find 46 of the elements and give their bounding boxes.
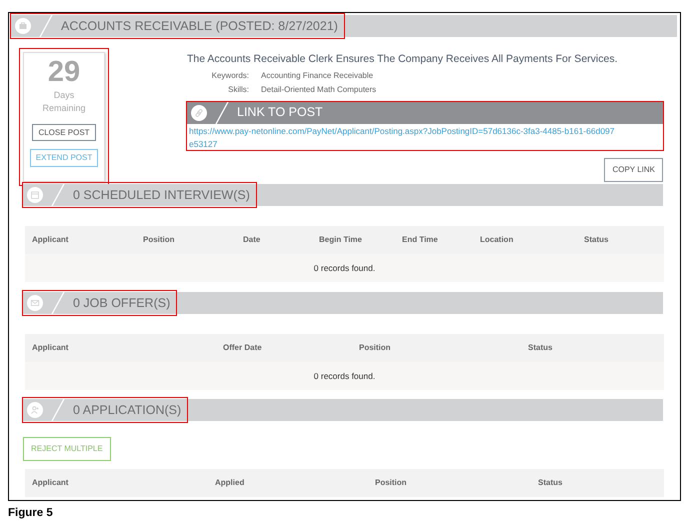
job-description: The Accounts Receivable Clerk Ensures The Company Receives All Payments For Services.: [187, 52, 618, 67]
column-header: Applicant: [25, 334, 216, 362]
copy-link-button[interactable]: COPY LINK: [604, 158, 663, 182]
column-header: Applicant: [25, 226, 136, 254]
column-header: Status: [577, 226, 664, 254]
empty-message: 0 records found.: [25, 254, 664, 282]
column-header: Status: [521, 334, 664, 362]
slash-icon: [51, 184, 65, 206]
figure-caption: Figure 5: [8, 507, 54, 521]
envelope-icon: [27, 295, 43, 312]
remaining-label: Remaining: [42, 102, 86, 116]
briefcase-icon: [15, 18, 31, 34]
section-title: 0 APPLICATION(S): [73, 402, 182, 419]
column-header: Position: [352, 334, 521, 362]
slash-icon: [51, 399, 65, 422]
calendar-icon: [27, 187, 43, 204]
days-count: 29: [48, 57, 80, 89]
column-header: Position: [368, 469, 531, 498]
reject-multiple-button[interactable]: REJECT MULTIPLE: [23, 437, 111, 462]
slash-icon: [51, 292, 65, 314]
slash-icon: [39, 15, 53, 37]
column-header: Begin Time: [312, 226, 395, 254]
detail-value: Detail-Oriented Math Computers: [261, 84, 376, 96]
detail-value: Accounting Finance Receivable: [261, 70, 374, 82]
column-header: End Time: [395, 226, 473, 254]
column-header: Date: [236, 226, 312, 254]
column-header: Position: [136, 226, 236, 254]
section-title: 0 JOB OFFER(S): [73, 294, 170, 312]
extend-post-button[interactable]: EXTEND POST: [30, 149, 98, 168]
detail-label: Skills:: [227, 84, 250, 96]
section-title: ACCOUNTS RECEIVABLE (POSTED: 8/27/2021): [61, 18, 338, 35]
section-title: LINK TO POST: [237, 104, 323, 122]
slash-icon: [215, 102, 229, 124]
column-header: Applicant: [25, 469, 208, 498]
link-icon: [191, 104, 207, 121]
empty-message: 0 records found.: [25, 362, 664, 390]
column-header: Offer Date: [216, 334, 352, 362]
column-header: Location: [473, 226, 577, 254]
post-link[interactable]: https://www.pay-netonline.com/PayNet/Applicant/Posting.aspx?JobPostingID=57d6136c-3fa3-4485-b161-66d097e53127: [187, 124, 619, 150]
column-header: Applied: [208, 469, 368, 498]
column-header: Status: [531, 469, 664, 498]
days-label: Days: [54, 88, 74, 102]
section-title: 0 SCHEDULED INTERVIEW(S): [73, 186, 250, 204]
detail-label: Keywords:: [210, 70, 250, 82]
add-person-icon: [27, 402, 43, 418]
close-post-button[interactable]: CLOSE POST: [32, 124, 96, 142]
